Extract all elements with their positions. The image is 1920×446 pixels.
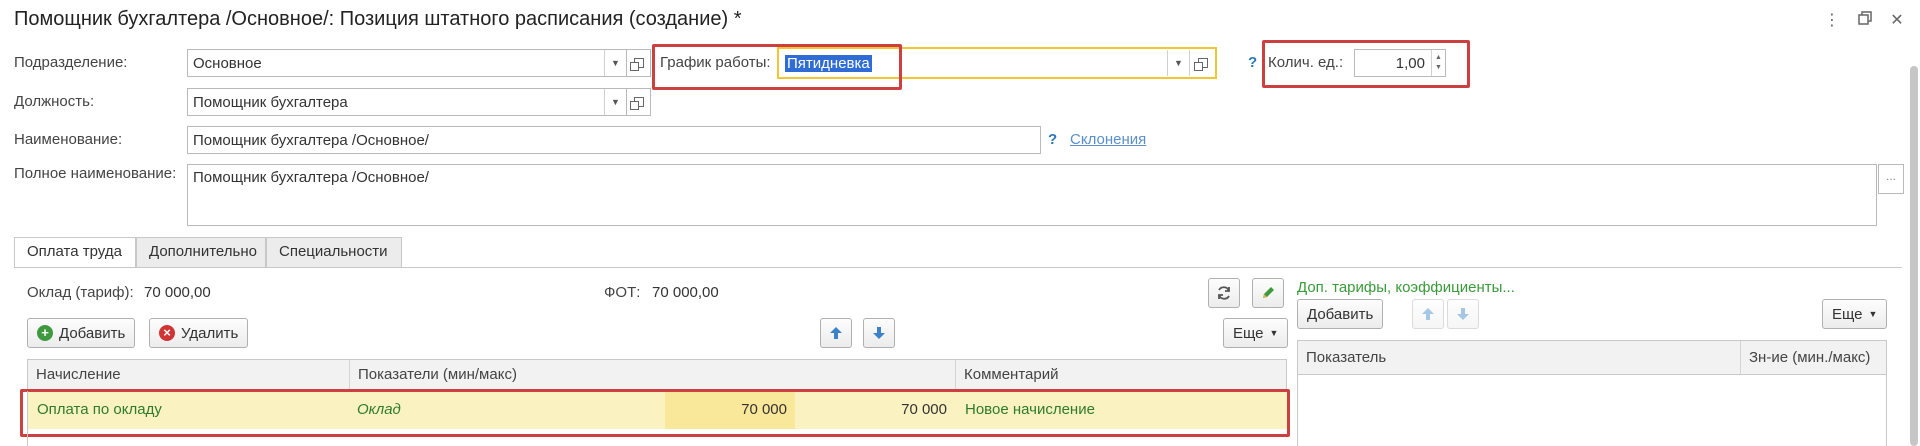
subdivision-field[interactable]: Основное ▼ bbox=[187, 49, 627, 77]
add-accrual-button[interactable]: + Добавить bbox=[27, 318, 136, 348]
table-border bbox=[27, 391, 28, 446]
name-label: Наименование: bbox=[14, 131, 123, 148]
delete-icon: × bbox=[159, 325, 175, 341]
tab-divider bbox=[14, 267, 1902, 268]
extra-more-button[interactable]: Еще ▼ bbox=[1822, 299, 1888, 329]
name-value: Помощник бухгалтера /Основное/ bbox=[193, 131, 429, 149]
position-field[interactable]: Помощник бухгалтера ▼ bbox=[187, 88, 627, 116]
edit-button[interactable] bbox=[1252, 278, 1284, 308]
arrow-down-icon bbox=[1457, 308, 1469, 320]
tab-additional[interactable]: Дополнительно bbox=[136, 237, 266, 267]
column-header[interactable]: Комментарий bbox=[956, 360, 1286, 390]
column-header[interactable]: Показатели (мин/макс) bbox=[350, 360, 956, 390]
chevron-down-icon[interactable]: ▼ bbox=[604, 89, 626, 115]
move-down-button[interactable] bbox=[1447, 299, 1479, 329]
open-schedule-button[interactable] bbox=[1189, 50, 1215, 76]
refresh-icon bbox=[1218, 286, 1230, 300]
column-header[interactable]: Зн-ие (мин./макс) bbox=[1741, 341, 1886, 375]
salary-value: 70 000,00 bbox=[144, 284, 211, 301]
fot-value: 70 000,00 bbox=[652, 284, 719, 301]
close-icon[interactable]: ✕ bbox=[1886, 10, 1908, 32]
position-label: Должность: bbox=[14, 93, 95, 110]
subdivision-label: Подразделение: bbox=[14, 54, 128, 71]
chevron-down-icon: ▼ bbox=[1269, 328, 1279, 338]
move-down-button[interactable] bbox=[863, 318, 895, 348]
arrow-up-icon bbox=[830, 327, 842, 339]
extra-table: Показатель Зн-ие (мин./макс) bbox=[1297, 340, 1887, 446]
move-up-button[interactable] bbox=[820, 318, 852, 348]
quantity-highlight bbox=[1262, 40, 1470, 88]
tab-payment[interactable]: Оплата труда bbox=[14, 237, 136, 268]
delete-accrual-button[interactable]: × Удалить bbox=[149, 318, 249, 348]
schedule-highlight bbox=[652, 44, 902, 90]
chevron-down-icon: ▼ bbox=[1868, 309, 1878, 319]
pencil-icon bbox=[1263, 287, 1274, 298]
add-extra-button[interactable]: Добавить bbox=[1297, 299, 1384, 329]
refresh-button[interactable] bbox=[1208, 278, 1240, 308]
restore-window-icon[interactable] bbox=[1854, 10, 1876, 32]
expand-ellipsis-icon[interactable]: ... bbox=[1878, 164, 1904, 194]
column-header[interactable]: Начисление bbox=[28, 360, 350, 390]
declension-link[interactable]: Склонения bbox=[1070, 131, 1146, 148]
open-subdivision-button[interactable] bbox=[627, 49, 651, 77]
full-name-value: Помощник бухгалтера /Основное/ bbox=[193, 169, 429, 186]
name-input[interactable]: Помощник бухгалтера /Основное/ bbox=[187, 126, 1041, 154]
open-position-button[interactable] bbox=[627, 88, 651, 116]
column-header[interactable]: Показатель bbox=[1298, 341, 1741, 375]
extra-tariffs-link[interactable]: Доп. тарифы, коэффициенты... bbox=[1297, 279, 1515, 296]
row-highlight bbox=[20, 389, 1290, 437]
extra-table-header: Показатель Зн-ие (мин./макс) bbox=[1298, 341, 1886, 375]
open-icon bbox=[629, 58, 644, 71]
plus-icon: + bbox=[37, 325, 53, 341]
chevron-down-icon[interactable]: ▼ bbox=[604, 50, 626, 76]
accruals-table-header: Начисление Показатели (мин/макс) Коммент… bbox=[27, 359, 1287, 391]
open-icon bbox=[629, 97, 644, 110]
full-name-label: Полное наименование: bbox=[14, 165, 177, 182]
window-title: Помощник бухгалтера /Основное/: Позиция … bbox=[14, 8, 742, 30]
more-button[interactable]: Еще ▼ bbox=[1223, 318, 1289, 348]
fot-label: ФОТ: bbox=[604, 284, 641, 301]
tab-specialties[interactable]: Специальности bbox=[266, 237, 402, 267]
arrow-down-icon bbox=[873, 327, 885, 339]
subdivision-value: Основное bbox=[193, 54, 262, 72]
help-icon[interactable]: ? bbox=[1248, 54, 1257, 71]
more-vertical-icon[interactable]: ⋮ bbox=[1821, 10, 1843, 32]
salary-label: Оклад (тариф): bbox=[27, 284, 134, 301]
help-icon[interactable]: ? bbox=[1048, 131, 1057, 148]
position-value: Помощник бухгалтера bbox=[193, 93, 348, 111]
full-name-textarea[interactable]: Помощник бухгалтера /Основное/ bbox=[187, 164, 1877, 226]
arrow-up-icon bbox=[1422, 308, 1434, 320]
move-up-button[interactable] bbox=[1412, 299, 1444, 329]
chevron-down-icon[interactable]: ▼ bbox=[1167, 50, 1189, 76]
open-icon bbox=[1193, 58, 1208, 71]
vertical-scrollbar[interactable] bbox=[1910, 66, 1918, 446]
